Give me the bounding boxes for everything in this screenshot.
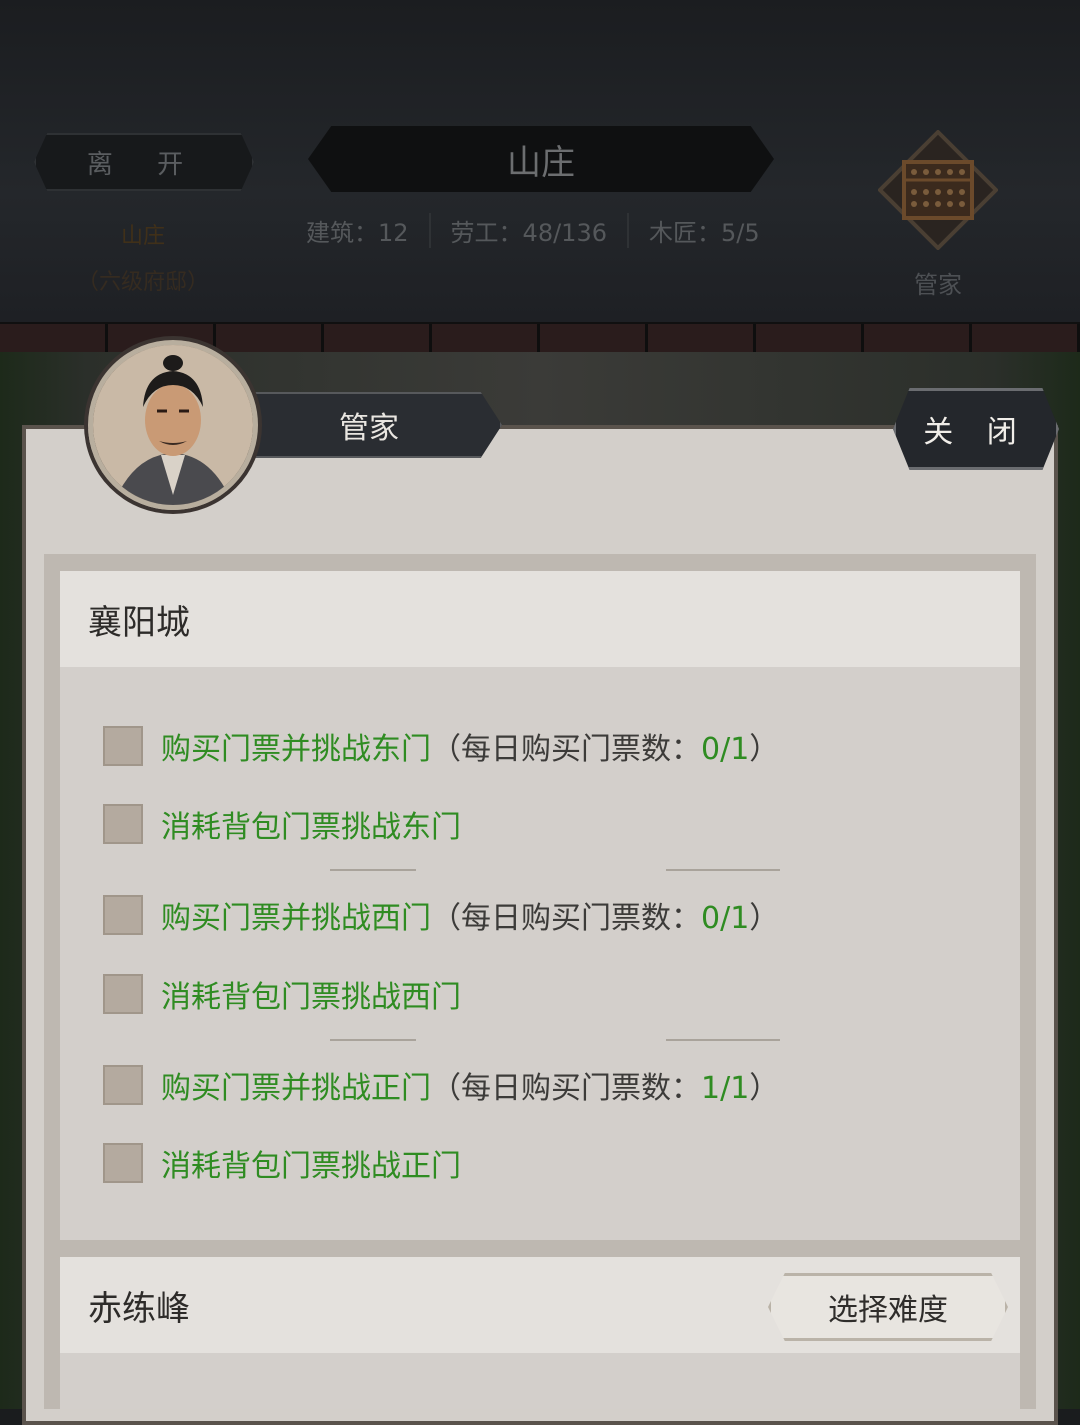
option-label: 购买门票并挑战正门 xyxy=(161,1071,431,1106)
location-title: 山庄 xyxy=(308,126,774,192)
checkbox[interactable] xyxy=(103,1143,143,1183)
option-note-prefix: （每日购买门票数： xyxy=(431,1071,701,1106)
option-count: 0/1 xyxy=(701,732,750,767)
option-buy-east-gate[interactable]: 购买门票并挑战东门（每日购买门票数：0/1） xyxy=(103,724,779,768)
option-count: 1/1 xyxy=(701,1071,750,1106)
checkbox[interactable] xyxy=(103,895,143,935)
option-label: 购买门票并挑战东门 xyxy=(161,732,431,767)
stats-bar: 建筑：12 劳工：48/136 木匠：5/5 xyxy=(306,212,780,248)
option-note-suffix: ） xyxy=(749,901,780,936)
option-use-ticket-west-gate[interactable]: 消耗背包门票挑战西门 xyxy=(103,972,461,1016)
ornamental-divider xyxy=(330,863,780,877)
option-note-prefix: （每日购买门票数： xyxy=(431,901,701,936)
location-name: 山庄 xyxy=(120,224,165,249)
option-label: 消耗背包门票挑战正门 xyxy=(161,1149,461,1184)
steward-portrait xyxy=(88,340,258,510)
section-header-xiangyang: 襄阳城 xyxy=(60,571,1020,667)
checkbox[interactable] xyxy=(103,1065,143,1105)
option-buy-west-gate[interactable]: 购买门票并挑战西门（每日购买门票数：0/1） xyxy=(103,893,779,937)
option-label: 消耗背包门票挑战西门 xyxy=(161,980,461,1015)
section-title: 赤练峰 xyxy=(88,1288,190,1329)
option-note-suffix: ） xyxy=(749,1071,780,1106)
checkbox[interactable] xyxy=(103,974,143,1014)
checkbox[interactable] xyxy=(103,804,143,844)
stat-carpenters: 木匠：5/5 xyxy=(648,218,760,247)
steward-label[interactable]: 管家 xyxy=(878,265,998,300)
option-count: 0/1 xyxy=(701,901,750,936)
select-difficulty-button[interactable]: 选择难度 xyxy=(768,1273,1008,1341)
ornamental-divider xyxy=(330,1033,780,1047)
option-use-ticket-main-gate[interactable]: 消耗背包门票挑战正门 xyxy=(103,1141,461,1185)
option-use-ticket-east-gate[interactable]: 消耗背包门票挑战东门 xyxy=(103,802,461,846)
abacus-icon[interactable] xyxy=(877,129,999,251)
stat-buildings: 建筑：12 xyxy=(306,212,431,248)
stat-laborers: 劳工：48/136 xyxy=(431,212,629,248)
section-title: 襄阳城 xyxy=(88,602,190,643)
leave-button[interactable]: 离 开 xyxy=(34,133,254,191)
steward-name-plate: 管家 xyxy=(236,392,502,458)
close-button[interactable]: 关 闭 xyxy=(893,388,1059,470)
option-note-suffix: ） xyxy=(749,732,780,767)
option-label: 消耗背包门票挑战东门 xyxy=(161,810,461,845)
section-body-chilianfeng xyxy=(60,1353,1020,1409)
checkbox[interactable] xyxy=(103,726,143,766)
location-level: （六级府邸） xyxy=(76,270,209,295)
option-note-prefix: （每日购买门票数： xyxy=(431,732,701,767)
option-label: 购买门票并挑战西门 xyxy=(161,901,431,936)
option-buy-main-gate[interactable]: 购买门票并挑战正门（每日购买门票数：1/1） xyxy=(103,1063,779,1107)
